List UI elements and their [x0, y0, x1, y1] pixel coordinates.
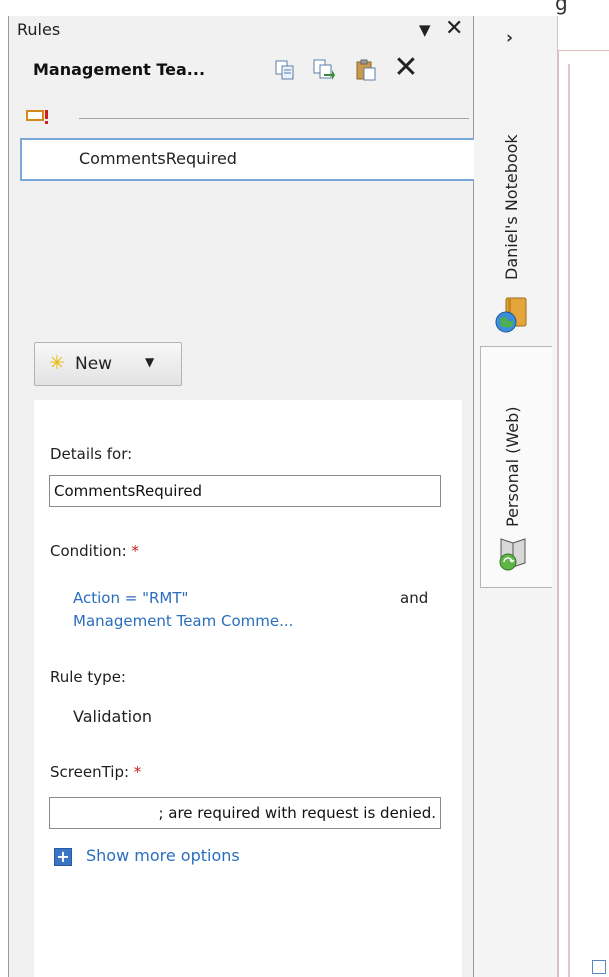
notebook-label: Personal (Web) — [503, 406, 522, 527]
screentip-label-text: ScreenTip: — [50, 763, 130, 781]
notebook-icon — [494, 294, 530, 334]
notebook-navigation-strip: › Daniel's Notebook Personal (Web) — [474, 16, 558, 977]
rules-pane: Rules ▼ ✕ Management Tea... ✕ CommentsRe… — [8, 14, 477, 977]
condition-warning-icon — [26, 108, 52, 128]
web-notebook-icon — [495, 533, 531, 573]
notebook-tab-personal-web[interactable]: Personal (Web) — [480, 346, 552, 588]
cut-off-text: g — [555, 0, 568, 15]
chevron-down-icon: ▼ — [145, 355, 155, 369]
rule-type-label: Rule type: — [50, 668, 126, 686]
required-marker: * — [133, 763, 142, 781]
page-margin-line — [568, 64, 570, 977]
sparkle-icon: ✳ — [49, 352, 65, 374]
notebook-tab-daniels-notebook[interactable]: Daniel's Notebook — [480, 72, 552, 348]
condition-label-text: Condition: — [50, 542, 127, 560]
rule-type-value: Validation — [73, 707, 153, 726]
delete-rule-icon[interactable]: ✕ — [391, 52, 421, 84]
screentip-field[interactable]: ; are required with request is denied. — [49, 797, 441, 829]
copy-rule-icon[interactable] — [273, 58, 297, 82]
details-for-label: Details for: — [50, 445, 133, 463]
condition-link-comments[interactable]: Management Team Comme... — [73, 612, 293, 630]
screentip-text: ; are required with request is denied. — [158, 804, 436, 822]
condition-and-operator: and — [400, 589, 429, 607]
copy-rules-icon[interactable] — [312, 58, 336, 82]
pane-menu-dropdown[interactable]: ▼ — [419, 16, 431, 44]
expand-plus-icon[interactable]: + — [54, 848, 72, 866]
pane-close-icon[interactable]: ✕ — [445, 14, 463, 44]
page-canvas[interactable] — [558, 50, 609, 977]
notebook-label: Daniel's Notebook — [502, 134, 521, 280]
screentip-label: ScreenTip: * — [50, 763, 141, 781]
show-more-options-link[interactable]: Show more options — [86, 846, 240, 865]
new-rule-button[interactable]: ✳ New ▼ — [34, 342, 182, 386]
rule-list-item[interactable]: CommentsRequired — [20, 138, 477, 181]
rule-item-label: CommentsRequired — [79, 149, 237, 168]
rule-name-field[interactable]: CommentsRequired — [49, 475, 441, 507]
condition-link-action[interactable]: Action = "RMT" — [73, 589, 188, 607]
separator-line — [79, 118, 469, 119]
condition-label: Condition: * — [50, 542, 139, 560]
pane-title: Rules — [17, 20, 61, 39]
rule-details-panel: Details for: CommentsRequired Condition:… — [34, 400, 462, 977]
paste-icon[interactable] — [354, 58, 378, 82]
new-button-label: New — [75, 354, 113, 374]
required-marker: * — [131, 542, 139, 560]
expand-chevron-icon[interactable]: › — [506, 28, 513, 48]
open-link-icon[interactable] — [592, 960, 606, 974]
rule-set-title: Management Tea... — [33, 60, 206, 79]
